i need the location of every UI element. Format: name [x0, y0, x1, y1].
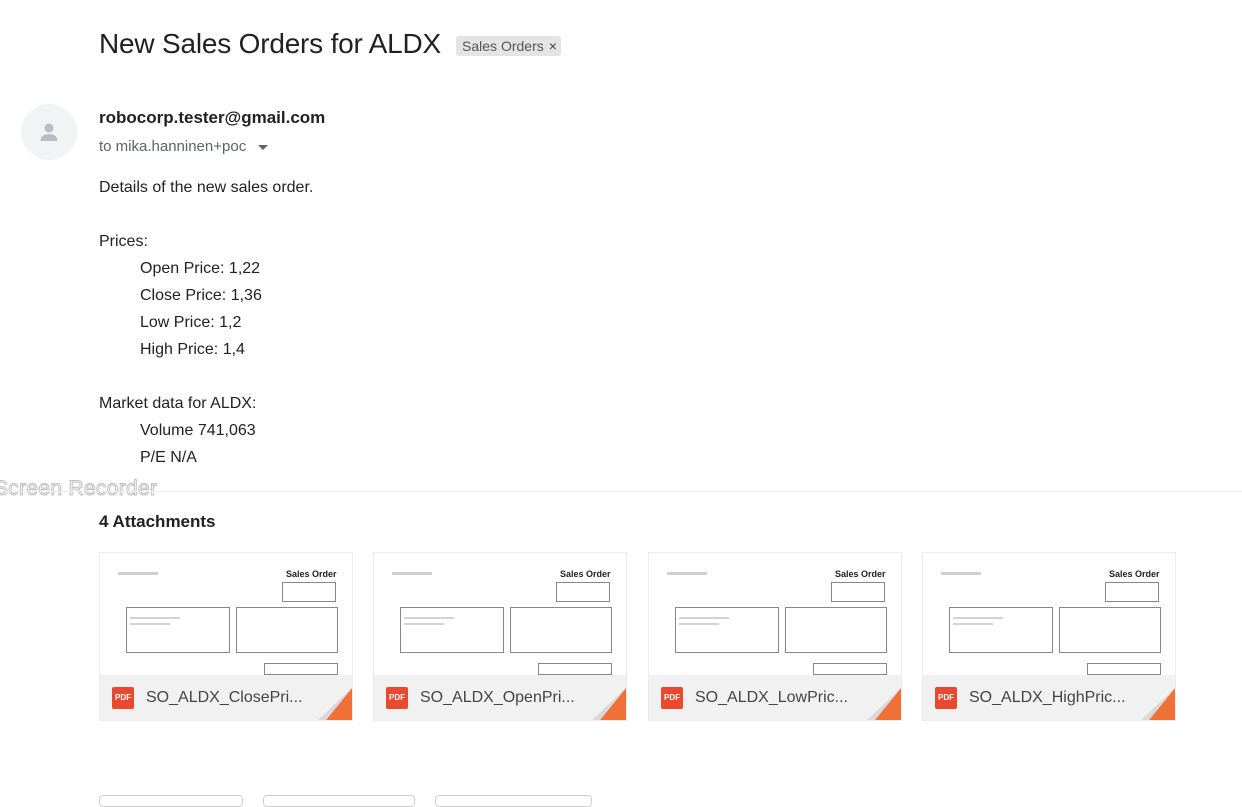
preview-title: Sales Order: [1109, 569, 1160, 579]
preview-title: Sales Order: [835, 569, 886, 579]
market-item: P/E N/A: [140, 449, 197, 466]
label-chip[interactable]: Sales Orders ×: [456, 36, 561, 56]
attachment-name: SO_ALDX_ClosePri...: [146, 688, 303, 706]
attachment-card[interactable]: Sales Order PDF SO_ALDX_LowPric...: [648, 552, 902, 721]
close-icon[interactable]: ×: [549, 38, 557, 54]
market-heading: Market data for ALDX:: [99, 395, 257, 412]
attachment-card[interactable]: Sales Order PDF SO_ALDX_ClosePri...: [99, 552, 353, 721]
reply-all-button[interactable]: [263, 795, 415, 807]
recipient-line[interactable]: to mika.hanninen+poc: [99, 138, 269, 155]
market-item: Volume 741,063: [140, 422, 256, 439]
price-item: High Price: 1,4: [140, 341, 245, 358]
attachment-name: SO_ALDX_LowPric...: [695, 688, 848, 706]
attachments-title: 4 Attachments: [99, 512, 216, 531]
page-fold-icon: [318, 688, 352, 720]
body-intro: Details of the new sales order.: [99, 179, 314, 196]
label-chip-text: Sales Orders: [462, 38, 544, 54]
chevron-down-icon[interactable]: [258, 145, 269, 150]
pdf-preview: Sales Order: [374, 553, 626, 675]
price-item: Open Price: 1,22: [140, 260, 261, 277]
email-subject-row: New Sales Orders for ALDX Sales Orders ×: [99, 28, 561, 60]
prices-heading: Prices:: [99, 233, 148, 250]
preview-title: Sales Order: [560, 569, 611, 579]
divider: [0, 491, 1242, 492]
pdf-icon: PDF: [112, 686, 134, 709]
page-fold-icon: [867, 688, 901, 720]
attachment-card[interactable]: Sales Order PDF SO_ALDX_OpenPri...: [373, 552, 627, 721]
pdf-preview: Sales Order: [923, 553, 1175, 675]
default-avatar-icon[interactable]: [21, 104, 77, 160]
preview-title: Sales Order: [286, 569, 337, 579]
email-subject: New Sales Orders for ALDX: [99, 28, 442, 59]
attachment-name: SO_ALDX_OpenPri...: [420, 688, 575, 706]
page-fold-icon: [1141, 688, 1175, 720]
pdf-icon: PDF: [661, 686, 683, 709]
pdf-icon: PDF: [935, 686, 957, 709]
email-body: Details of the new sales order. Prices: …: [99, 174, 313, 471]
screen-recorder-watermark: Screen Recorder: [0, 477, 158, 501]
price-item: Low Price: 1,2: [140, 314, 242, 331]
reply-button[interactable]: [99, 795, 243, 807]
page-fold-icon: [592, 688, 626, 720]
attachment-name: SO_ALDX_HighPric...: [969, 688, 1126, 706]
pdf-preview: Sales Order: [649, 553, 901, 675]
pdf-icon: PDF: [386, 686, 408, 709]
sender-email[interactable]: robocorp.tester@gmail.com: [99, 108, 325, 128]
pdf-preview: Sales Order: [100, 553, 352, 675]
recipient-text: to mika.hanninen+poc: [99, 138, 247, 155]
attachment-card[interactable]: Sales Order PDF SO_ALDX_HighPric...: [922, 552, 1176, 721]
price-item: Close Price: 1,36: [140, 287, 262, 304]
forward-button[interactable]: [435, 795, 592, 807]
